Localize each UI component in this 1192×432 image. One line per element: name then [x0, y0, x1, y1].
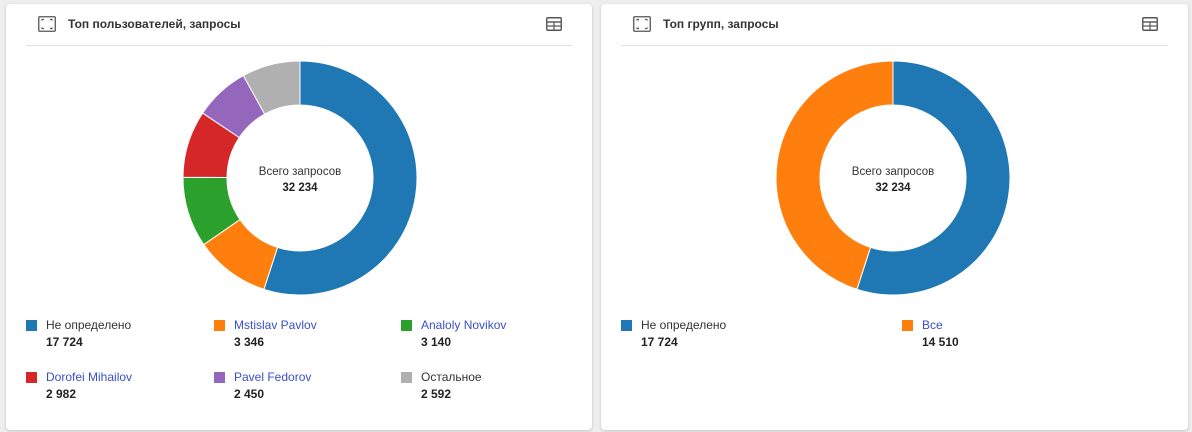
legend-swatch — [214, 320, 225, 331]
donut-center: Всего запросов 32 234 — [176, 164, 424, 196]
legend-swatch — [902, 320, 913, 331]
panel-header: Топ групп, запросы — [621, 4, 1168, 46]
donut-center-total: 32 234 — [282, 182, 318, 194]
legend-swatch — [401, 372, 412, 383]
donut-center-label: Всего запросов — [851, 166, 935, 178]
panel-header: Топ пользователей, запросы — [26, 4, 572, 46]
table-icon[interactable] — [1142, 16, 1158, 32]
donut-center-total: 32 234 — [875, 182, 911, 194]
panel-title: Топ пользователей, запросы — [68, 17, 241, 31]
legend-label[interactable]: Dorofei Mihailov — [46, 370, 132, 384]
groups-requests-panel: Топ групп, запросы Всего запросов 32 234… — [601, 4, 1188, 430]
legend-swatch — [26, 320, 37, 331]
legend-label[interactable]: Pavel Fedorov — [234, 370, 311, 384]
legend-value: 3 140 — [421, 335, 452, 349]
donut-center-label: Всего запросов — [258, 166, 342, 178]
expand-icon[interactable] — [38, 16, 56, 32]
legend-label: Не определено — [46, 318, 132, 332]
legend-label[interactable]: Все — [922, 318, 943, 332]
legend-swatch — [26, 372, 37, 383]
legend-value: 3 346 — [234, 335, 265, 349]
legend-swatch — [401, 320, 412, 331]
legend-value: 17 724 — [641, 335, 678, 349]
table-icon[interactable] — [546, 16, 562, 32]
legend-value: 2 982 — [46, 387, 77, 401]
expand-icon[interactable] — [633, 16, 651, 32]
legend-label: Не определено — [641, 318, 727, 332]
legend-swatch — [621, 320, 632, 331]
panel-title: Топ групп, запросы — [663, 17, 779, 31]
legend-label[interactable]: Analoly Novikov — [421, 318, 506, 332]
legend-label[interactable]: Mstislav Pavlov — [234, 318, 317, 332]
legend-label: Остальное — [421, 370, 482, 384]
donut-chart: Всего запросов 32 234 — [176, 54, 424, 302]
legend-value: 17 724 — [46, 335, 83, 349]
donut-center: Всего запросов 32 234 — [769, 164, 1017, 196]
legend-value: 14 510 — [922, 335, 959, 349]
legend-value: 2 592 — [421, 387, 452, 401]
legend-value: 2 450 — [234, 387, 265, 401]
users-requests-panel: Топ пользователей, запросы Всего запросо… — [6, 4, 592, 430]
legend-swatch — [214, 372, 225, 383]
donut-chart: Всего запросов 32 234 — [769, 54, 1017, 302]
